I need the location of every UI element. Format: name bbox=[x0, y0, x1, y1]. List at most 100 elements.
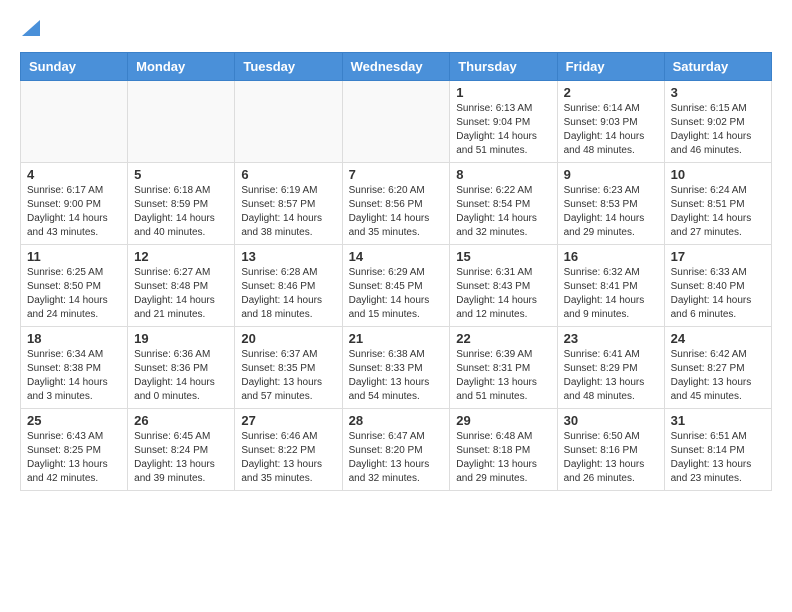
day-info: Sunrise: 6:23 AM Sunset: 8:53 PM Dayligh… bbox=[564, 184, 658, 240]
day-info: Sunrise: 6:13 AM Sunset: 9:04 PM Dayligh… bbox=[456, 102, 550, 158]
day-info: Sunrise: 6:22 AM Sunset: 8:54 PM Dayligh… bbox=[456, 184, 550, 240]
day-info: Sunrise: 6:36 AM Sunset: 8:36 PM Dayligh… bbox=[134, 348, 228, 404]
day-info: Sunrise: 6:42 AM Sunset: 8:27 PM Dayligh… bbox=[671, 348, 765, 404]
day-number: 5 bbox=[134, 167, 228, 182]
day-number: 23 bbox=[564, 331, 658, 346]
day-info: Sunrise: 6:32 AM Sunset: 8:41 PM Dayligh… bbox=[564, 266, 658, 322]
day-number: 25 bbox=[27, 413, 121, 428]
day-info: Sunrise: 6:19 AM Sunset: 8:57 PM Dayligh… bbox=[241, 184, 335, 240]
header-cell-friday: Friday bbox=[557, 53, 664, 81]
day-number: 20 bbox=[241, 331, 335, 346]
day-cell: 8 Sunrise: 6:22 AM Sunset: 8:54 PM Daylig… bbox=[450, 163, 557, 245]
page-header bbox=[20, 20, 772, 36]
day-info: Sunrise: 6:41 AM Sunset: 8:29 PM Dayligh… bbox=[564, 348, 658, 404]
day-cell: 27 Sunrise: 6:46 AM Sunset: 8:22 PM Dayli… bbox=[235, 409, 342, 491]
day-info: Sunrise: 6:43 AM Sunset: 8:25 PM Dayligh… bbox=[27, 430, 121, 486]
day-cell: 23 Sunrise: 6:41 AM Sunset: 8:29 PM Dayli… bbox=[557, 327, 664, 409]
day-number: 16 bbox=[564, 249, 658, 264]
day-info: Sunrise: 6:17 AM Sunset: 9:00 PM Dayligh… bbox=[27, 184, 121, 240]
header-row: SundayMondayTuesdayWednesdayThursdayFrid… bbox=[21, 53, 772, 81]
day-cell: 16 Sunrise: 6:32 AM Sunset: 8:41 PM Dayli… bbox=[557, 245, 664, 327]
day-info: Sunrise: 6:33 AM Sunset: 8:40 PM Dayligh… bbox=[671, 266, 765, 322]
day-cell: 4 Sunrise: 6:17 AM Sunset: 9:00 PM Daylig… bbox=[21, 163, 128, 245]
day-number: 6 bbox=[241, 167, 335, 182]
day-cell: 26 Sunrise: 6:45 AM Sunset: 8:24 PM Dayli… bbox=[128, 409, 235, 491]
day-cell: 19 Sunrise: 6:36 AM Sunset: 8:36 PM Dayli… bbox=[128, 327, 235, 409]
day-info: Sunrise: 6:48 AM Sunset: 8:18 PM Dayligh… bbox=[456, 430, 550, 486]
day-info: Sunrise: 6:47 AM Sunset: 8:20 PM Dayligh… bbox=[349, 430, 444, 486]
day-cell: 22 Sunrise: 6:39 AM Sunset: 8:31 PM Dayli… bbox=[450, 327, 557, 409]
day-number: 28 bbox=[349, 413, 444, 428]
header-cell-thursday: Thursday bbox=[450, 53, 557, 81]
day-number: 1 bbox=[456, 85, 550, 100]
day-info: Sunrise: 6:50 AM Sunset: 8:16 PM Dayligh… bbox=[564, 430, 658, 486]
week-row-4: 18Sunrise: 6:34 AM Sunset: 8:38 PM Dayli… bbox=[21, 327, 772, 409]
day-info: Sunrise: 6:46 AM Sunset: 8:22 PM Dayligh… bbox=[241, 430, 335, 486]
day-number: 15 bbox=[456, 249, 550, 264]
day-info: Sunrise: 6:51 AM Sunset: 8:14 PM Dayligh… bbox=[671, 430, 765, 486]
header-cell-wednesday: Wednesday bbox=[342, 53, 450, 81]
logo-icon bbox=[22, 16, 40, 36]
day-info: Sunrise: 6:27 AM Sunset: 8:48 PM Dayligh… bbox=[134, 266, 228, 322]
day-cell: 12 Sunrise: 6:27 AM Sunset: 8:48 PM Dayli… bbox=[128, 245, 235, 327]
header-cell-tuesday: Tuesday bbox=[235, 53, 342, 81]
day-cell: 5 Sunrise: 6:18 AM Sunset: 8:59 PM Daylig… bbox=[128, 163, 235, 245]
day-cell: 28 Sunrise: 6:47 AM Sunset: 8:20 PM Dayli… bbox=[342, 409, 450, 491]
day-cell: 30Sunrise: 6:50 AM Sunset: 8:16 PM Dayli… bbox=[557, 409, 664, 491]
day-number: 11 bbox=[27, 249, 121, 264]
day-cell: 10 Sunrise: 6:24 AM Sunset: 8:51 PM Dayli… bbox=[664, 163, 771, 245]
day-cell: 20 Sunrise: 6:37 AM Sunset: 8:35 PM Dayli… bbox=[235, 327, 342, 409]
day-info: Sunrise: 6:20 AM Sunset: 8:56 PM Dayligh… bbox=[349, 184, 444, 240]
day-cell: 17 Sunrise: 6:33 AM Sunset: 8:40 PM Dayli… bbox=[664, 245, 771, 327]
day-cell bbox=[235, 81, 342, 163]
day-number: 4 bbox=[27, 167, 121, 182]
day-cell: 2Sunrise: 6:14 AM Sunset: 9:03 PM Daylig… bbox=[557, 81, 664, 163]
day-number: 7 bbox=[349, 167, 444, 182]
header-cell-sunday: Sunday bbox=[21, 53, 128, 81]
day-info: Sunrise: 6:18 AM Sunset: 8:59 PM Dayligh… bbox=[134, 184, 228, 240]
header-cell-monday: Monday bbox=[128, 53, 235, 81]
day-info: Sunrise: 6:15 AM Sunset: 9:02 PM Dayligh… bbox=[671, 102, 765, 158]
day-cell: 25 Sunrise: 6:43 AM Sunset: 8:25 PM Dayli… bbox=[21, 409, 128, 491]
day-number: 10 bbox=[671, 167, 765, 182]
day-number: 13 bbox=[241, 249, 335, 264]
day-number: 26 bbox=[134, 413, 228, 428]
day-info: Sunrise: 6:28 AM Sunset: 8:46 PM Dayligh… bbox=[241, 266, 335, 322]
day-cell: 9 Sunrise: 6:23 AM Sunset: 8:53 PM Daylig… bbox=[557, 163, 664, 245]
day-info: Sunrise: 6:39 AM Sunset: 8:31 PM Dayligh… bbox=[456, 348, 550, 404]
day-number: 22 bbox=[456, 331, 550, 346]
day-info: Sunrise: 6:45 AM Sunset: 8:24 PM Dayligh… bbox=[134, 430, 228, 486]
day-number: 8 bbox=[456, 167, 550, 182]
day-cell: 14Sunrise: 6:29 AM Sunset: 8:45 PM Dayli… bbox=[342, 245, 450, 327]
day-cell: 3 Sunrise: 6:15 AM Sunset: 9:02 PM Daylig… bbox=[664, 81, 771, 163]
day-cell: 21 Sunrise: 6:38 AM Sunset: 8:33 PM Dayli… bbox=[342, 327, 450, 409]
day-number: 17 bbox=[671, 249, 765, 264]
day-cell bbox=[21, 81, 128, 163]
day-number: 27 bbox=[241, 413, 335, 428]
day-info: Sunrise: 6:38 AM Sunset: 8:33 PM Dayligh… bbox=[349, 348, 444, 404]
header-cell-saturday: Saturday bbox=[664, 53, 771, 81]
week-row-3: 11 Sunrise: 6:25 AM Sunset: 8:50 PM Dayli… bbox=[21, 245, 772, 327]
week-row-2: 4 Sunrise: 6:17 AM Sunset: 9:00 PM Daylig… bbox=[21, 163, 772, 245]
day-cell: 15 Sunrise: 6:31 AM Sunset: 8:43 PM Dayli… bbox=[450, 245, 557, 327]
day-cell: 13 Sunrise: 6:28 AM Sunset: 8:46 PM Dayli… bbox=[235, 245, 342, 327]
day-info: Sunrise: 6:29 AM Sunset: 8:45 PM Dayligh… bbox=[349, 266, 444, 322]
day-info: Sunrise: 6:14 AM Sunset: 9:03 PM Dayligh… bbox=[564, 102, 658, 158]
day-cell: 18Sunrise: 6:34 AM Sunset: 8:38 PM Dayli… bbox=[21, 327, 128, 409]
day-info: Sunrise: 6:31 AM Sunset: 8:43 PM Dayligh… bbox=[456, 266, 550, 322]
day-number: 19 bbox=[134, 331, 228, 346]
day-cell: 1 Sunrise: 6:13 AM Sunset: 9:04 PM Daylig… bbox=[450, 81, 557, 163]
day-info: Sunrise: 6:34 AM Sunset: 8:38 PM Dayligh… bbox=[27, 348, 121, 404]
day-cell: 24 Sunrise: 6:42 AM Sunset: 8:27 PM Dayli… bbox=[664, 327, 771, 409]
day-info: Sunrise: 6:24 AM Sunset: 8:51 PM Dayligh… bbox=[671, 184, 765, 240]
day-cell: 11 Sunrise: 6:25 AM Sunset: 8:50 PM Dayli… bbox=[21, 245, 128, 327]
day-cell: 31Sunrise: 6:51 AM Sunset: 8:14 PM Dayli… bbox=[664, 409, 771, 491]
day-info: Sunrise: 6:37 AM Sunset: 8:35 PM Dayligh… bbox=[241, 348, 335, 404]
day-number: 24 bbox=[671, 331, 765, 346]
day-number: 12 bbox=[134, 249, 228, 264]
day-number: 29 bbox=[456, 413, 550, 428]
day-number: 21 bbox=[349, 331, 444, 346]
day-number: 3 bbox=[671, 85, 765, 100]
day-number: 9 bbox=[564, 167, 658, 182]
day-info: Sunrise: 6:25 AM Sunset: 8:50 PM Dayligh… bbox=[27, 266, 121, 322]
